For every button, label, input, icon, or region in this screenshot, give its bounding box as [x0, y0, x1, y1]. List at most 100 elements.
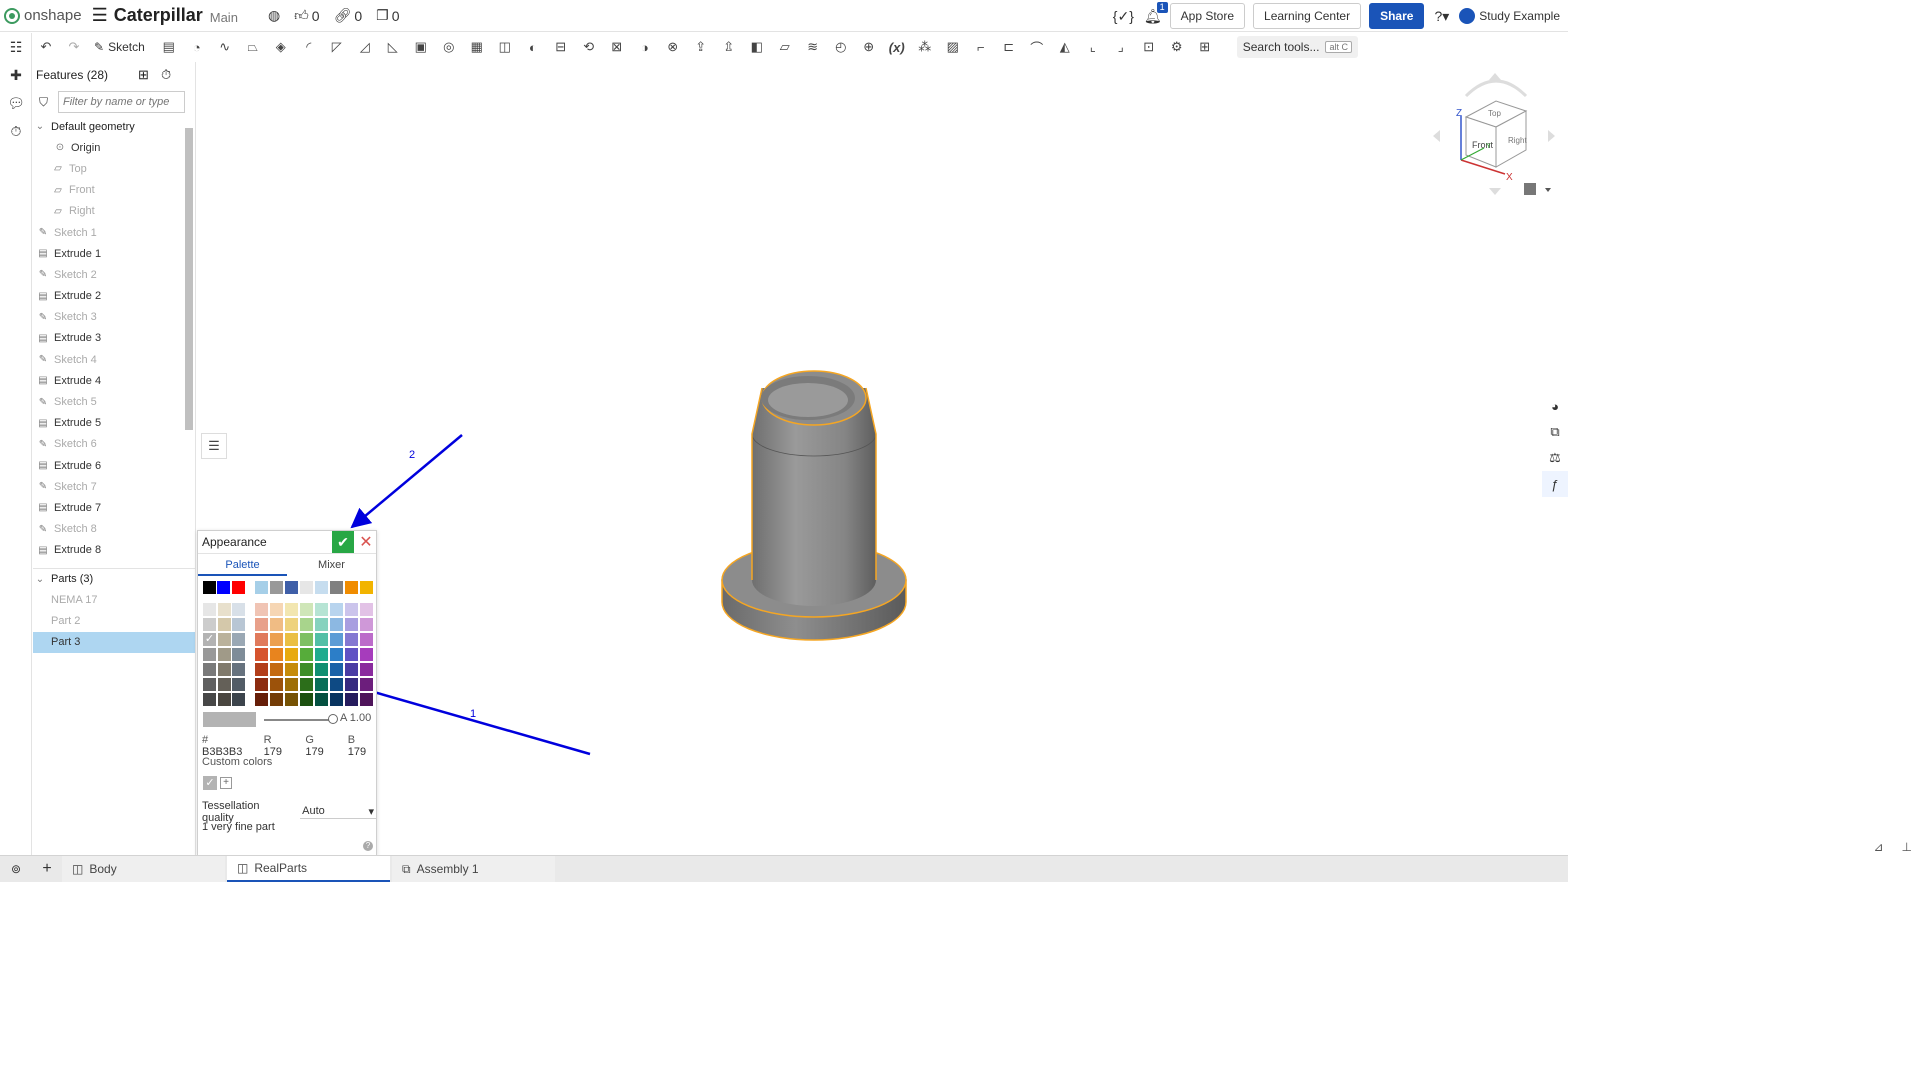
undo-icon[interactable]: ↶: [35, 36, 57, 58]
feature-item-sketch[interactable]: ✎ Sketch 8: [33, 519, 195, 540]
add-custom-feature-icon[interactable]: ⊞: [1194, 36, 1216, 58]
feature-filter-input[interactable]: [58, 91, 186, 113]
copy-button[interactable]: ❐ 0: [376, 7, 399, 24]
swatch-gray[interactable]: [203, 618, 216, 631]
swatch-gray[interactable]: [203, 603, 216, 616]
parts-panel-icon[interactable]: ⧉: [1542, 419, 1568, 445]
plane-front[interactable]: ▱ Front: [33, 180, 195, 201]
part-item-part-3[interactable]: Part 3: [33, 631, 195, 653]
confirm-button[interactable]: ✔: [332, 531, 354, 553]
swatch-top[interactable]: [255, 581, 268, 594]
delete-face-icon[interactable]: ⊗: [662, 36, 684, 58]
blue-value[interactable]: B 179: [348, 734, 376, 758]
alpha-slider-handle[interactable]: [328, 714, 338, 724]
user-menu[interactable]: Study Example: [1459, 8, 1560, 24]
swatch-color[interactable]: [315, 648, 328, 661]
swatch-color[interactable]: [300, 603, 313, 616]
feature-item-extrude[interactable]: ▤ Extrude 8: [33, 540, 195, 561]
part-item-part-2[interactable]: Part 2: [33, 610, 195, 631]
add-tab-icon[interactable]: +: [32, 860, 62, 878]
app-store-button[interactable]: App Store: [1169, 3, 1246, 29]
swatch-top[interactable]: [270, 581, 283, 594]
swatch-top[interactable]: [300, 581, 313, 594]
custom-color-swatch[interactable]: ✓: [203, 776, 217, 790]
swatch-color[interactable]: [300, 693, 313, 706]
swatch-gray[interactable]: [232, 648, 245, 661]
swatch-color[interactable]: [285, 693, 298, 706]
swatch-top[interactable]: [232, 581, 245, 594]
like-button[interactable]: 👍︎ 0: [294, 7, 319, 24]
plane-icon[interactable]: ▱: [774, 36, 796, 58]
feature-item-sketch[interactable]: ✎ Sketch 4: [33, 349, 195, 370]
swatch-color[interactable]: [270, 663, 283, 676]
mate-connector-icon[interactable]: ◴: [830, 36, 852, 58]
settings-gear-icon[interactable]: ⚙: [1166, 36, 1188, 58]
swatch-top[interactable]: [330, 581, 343, 594]
swatch-gray[interactable]: [232, 678, 245, 691]
history-icon[interactable]: ⏱︎: [0, 117, 32, 145]
swatch-gray[interactable]: [232, 663, 245, 676]
loft-icon[interactable]: ⏢: [242, 36, 264, 58]
origin-item[interactable]: ⊙ Origin: [33, 137, 195, 158]
swatch-color[interactable]: [255, 648, 268, 661]
feature-item-sketch[interactable]: ✎ Sketch 6: [33, 434, 195, 455]
tab-mixer[interactable]: Mixer: [287, 554, 376, 576]
swatch-color[interactable]: [345, 618, 358, 631]
add-custom-color-button[interactable]: +: [220, 777, 232, 789]
insert-icon[interactable]: ✚: [0, 61, 32, 89]
hex-value[interactable]: # B3B3B3: [202, 734, 251, 758]
swatch-color[interactable]: [300, 618, 313, 631]
sheet-metal-icon[interactable]: ▨: [942, 36, 964, 58]
add-folder-icon[interactable]: ⊞: [138, 67, 149, 83]
swatch-color[interactable]: [315, 633, 328, 646]
search-tools-button[interactable]: Search tools... alt C: [1236, 36, 1358, 58]
swatch-color[interactable]: [285, 603, 298, 616]
offset-surface-icon[interactable]: ◧: [746, 36, 768, 58]
swatch-gray[interactable]: [217, 633, 231, 646]
feature-item-sketch[interactable]: ✎ Sketch 5: [33, 391, 195, 412]
hole-icon[interactable]: ◎: [438, 36, 460, 58]
feature-item-extrude[interactable]: ▤ Extrude 7: [33, 497, 195, 518]
swatch-gray[interactable]: [203, 663, 216, 676]
swatch-color[interactable]: [360, 663, 373, 676]
replace-face-icon[interactable]: ⇫: [718, 36, 740, 58]
swatch-color[interactable]: [315, 603, 328, 616]
swatch-color[interactable]: [285, 618, 298, 631]
comments-icon[interactable]: 💬︎: [0, 89, 32, 117]
swatch-color[interactable]: [360, 603, 373, 616]
swatch-top[interactable]: [217, 581, 230, 594]
filter-icon[interactable]: ⛉: [39, 95, 48, 110]
redo-icon[interactable]: ↷: [63, 36, 85, 58]
swatch-color[interactable]: [300, 648, 313, 661]
swatch-color[interactable]: [330, 648, 343, 661]
swatch-color[interactable]: [330, 633, 343, 646]
swatch-gray[interactable]: [217, 663, 231, 676]
swatch-gray[interactable]: [203, 648, 216, 661]
swatch-color[interactable]: [360, 648, 373, 661]
feature-item-sketch[interactable]: ✎ Sketch 7: [33, 476, 195, 497]
plane-right[interactable]: ▱ Right: [33, 201, 195, 222]
measure-tool-icon[interactable]: ⊥: [1902, 840, 1912, 854]
extrude-icon[interactable]: ▤: [158, 36, 180, 58]
featurescript-icon[interactable]: {✓}: [1113, 8, 1134, 25]
flange-icon[interactable]: ⌐: [970, 36, 992, 58]
swatch-color[interactable]: [345, 678, 358, 691]
form-icon[interactable]: ◭: [1054, 36, 1076, 58]
feature-list-icon[interactable]: ☷: [0, 33, 32, 61]
swatch-color[interactable]: [255, 633, 268, 646]
tab-body[interactable]: ◫ Body: [62, 856, 225, 882]
swatch-gray[interactable]: [232, 693, 245, 706]
swatch-top[interactable]: [345, 581, 358, 594]
swatch-color[interactable]: [300, 633, 313, 646]
feature-item-extrude[interactable]: ▤ Extrude 6: [33, 455, 195, 476]
feature-item-extrude[interactable]: ▤ Extrude 1: [33, 243, 195, 264]
swatch-color[interactable]: [270, 618, 283, 631]
swatch-gray[interactable]: [217, 678, 231, 691]
transform-icon[interactable]: ⟲: [578, 36, 600, 58]
help-icon[interactable]: ?: [363, 841, 373, 851]
notifications-button[interactable]: 🔔︎ 1: [1144, 1, 1168, 25]
swatch-color[interactable]: [270, 693, 283, 706]
swatch-color[interactable]: [300, 663, 313, 676]
move-face-icon[interactable]: ⇪: [690, 36, 712, 58]
swatch-color[interactable]: [315, 678, 328, 691]
